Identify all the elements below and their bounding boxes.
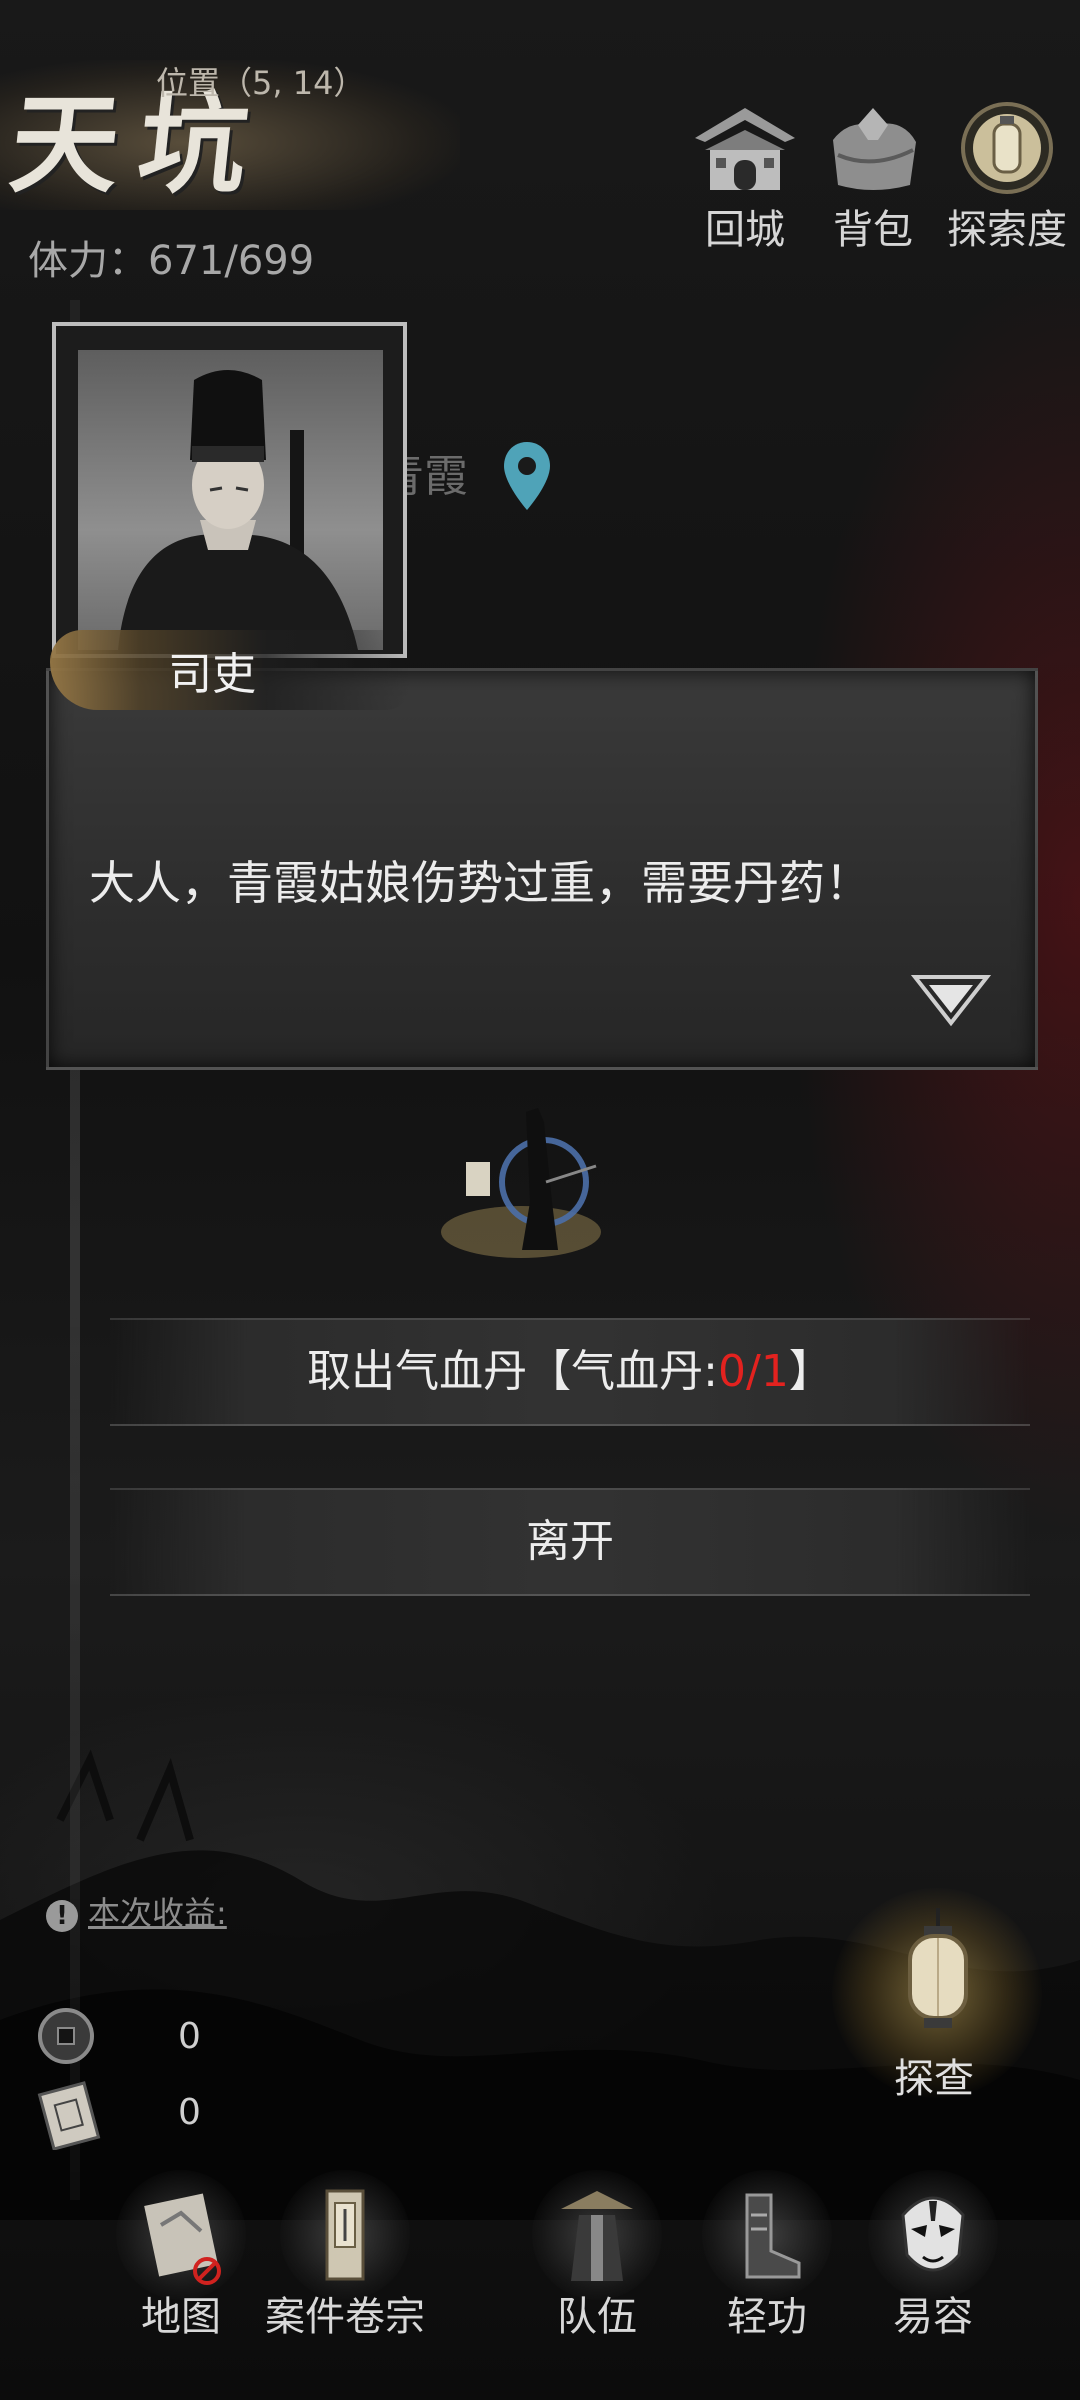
return-city-label: 回城	[705, 207, 785, 253]
npc-name: 司吏	[168, 649, 256, 700]
stamina-readout: 体力：671/699	[28, 238, 315, 284]
copper-coin-icon	[38, 2008, 94, 2064]
coin-earnings-value: 0	[178, 2016, 201, 2057]
nav-team-badge	[532, 2170, 662, 2300]
location-pin-icon[interactable]	[502, 440, 552, 512]
leave-text: 离开	[526, 1516, 614, 1567]
nav-disguise-label: 易容	[893, 2294, 973, 2340]
backpack-button[interactable]: 背包	[808, 100, 938, 255]
investigate-button[interactable]: 探查	[832, 1888, 1042, 2102]
nav-map-badge	[116, 2170, 246, 2300]
pill-count: 0/1	[718, 1346, 789, 1397]
leave-option[interactable]: 离开	[110, 1488, 1030, 1596]
nav-map-label: 地图	[141, 2294, 221, 2340]
take-pill-suffix: 】	[788, 1346, 833, 1397]
position-coordinates: 位置（5, 14）	[156, 64, 366, 102]
lantern-icon	[961, 102, 1053, 194]
npc-portrait	[52, 322, 407, 658]
dialog-box[interactable]: 大人，青霞姑娘伤势过重，需要丹药！	[46, 668, 1038, 1070]
token-earnings-value: 0	[178, 2092, 201, 2133]
backpack-label: 背包	[833, 207, 913, 253]
take-pill-text: 取出气血丹【气血丹:	[307, 1346, 718, 1397]
investigate-label: 探查	[894, 2056, 974, 2102]
nav-case-label: 案件卷宗	[265, 2294, 425, 2340]
case-file-icon	[325, 2189, 365, 2281]
nav-disguise[interactable]: 易容	[848, 2170, 1018, 2342]
exploration-progress-label: 探索度	[947, 207, 1067, 253]
earnings-title[interactable]: ! 本次收益:	[46, 1888, 227, 1934]
exploration-progress-button[interactable]: 探索度	[934, 100, 1080, 255]
nav-team[interactable]: 队伍	[512, 2170, 682, 2342]
city-gate-icon	[695, 108, 795, 190]
boots-icon	[745, 2193, 801, 2279]
map-scroll-icon	[144, 2193, 221, 2285]
lantern-icon	[908, 1908, 968, 2028]
mask-icon	[901, 2196, 965, 2272]
bundle-icon	[833, 108, 916, 190]
take-pill-option[interactable]: 取出气血丹【气血丹:0/1】	[110, 1318, 1030, 1426]
player-character-token[interactable]	[426, 1082, 616, 1262]
nav-qinggong-label: 轻功	[727, 2294, 807, 2340]
info-icon: !	[46, 1900, 78, 1932]
token-card-icon	[37, 2081, 101, 2150]
npc-official-figure	[118, 370, 358, 650]
nav-team-label: 队伍	[557, 2294, 637, 2340]
nav-qinggong-badge	[702, 2170, 832, 2300]
nav-case-files[interactable]: 案件卷宗	[260, 2170, 430, 2342]
team-icon	[561, 2191, 633, 2281]
nav-disguise-badge	[868, 2170, 998, 2300]
nav-qinggong[interactable]: 轻功	[682, 2170, 852, 2342]
nav-case-badge	[280, 2170, 410, 2300]
nav-map[interactable]: 地图	[96, 2170, 266, 2342]
continue-arrow-icon[interactable]	[911, 971, 991, 1029]
dialog-text: 大人，青霞姑娘伤势过重，需要丹药！	[89, 856, 871, 910]
return-city-button[interactable]: 回城	[680, 100, 810, 255]
earnings-title-text: 本次收益:	[88, 1894, 227, 1932]
